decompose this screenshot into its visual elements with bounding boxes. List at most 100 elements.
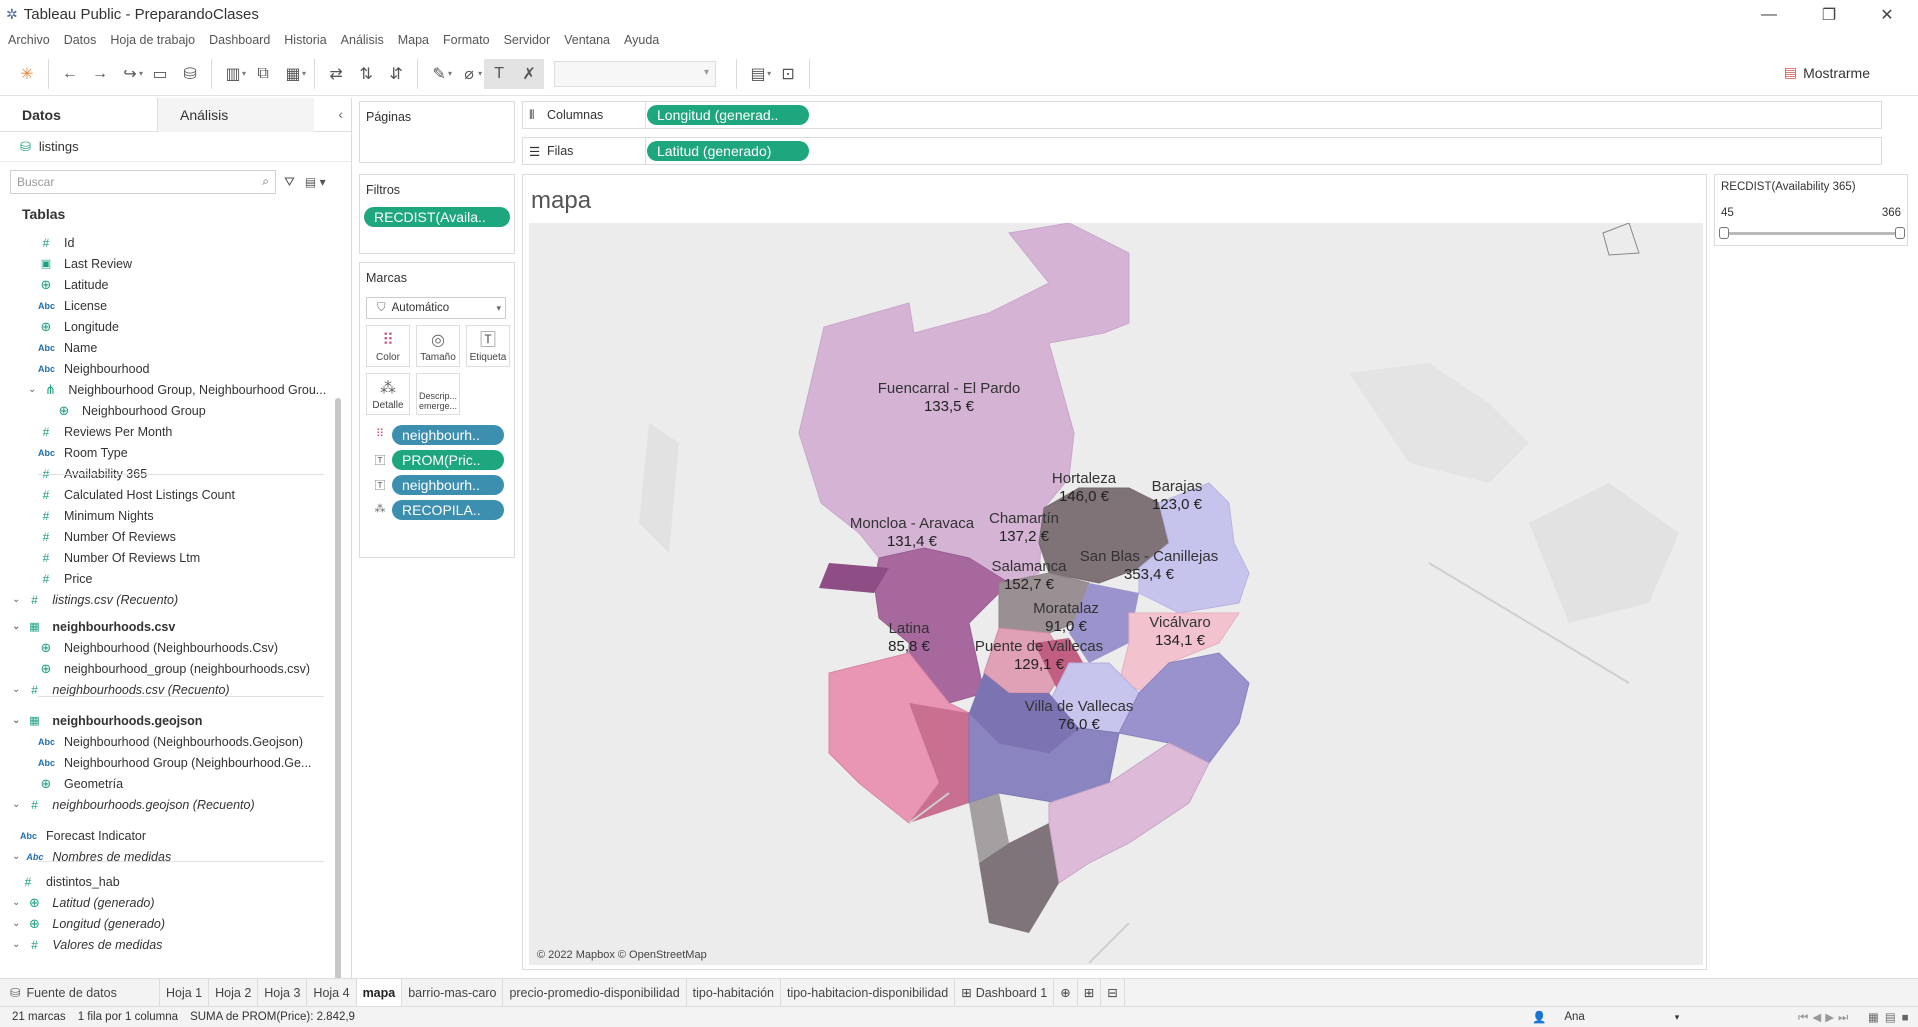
minimize-button[interactable]: — [1740,0,1798,29]
marks-pill-detail[interactable]: RECOPILA.. [392,500,504,520]
label-button[interactable]: 🅃 Etiqueta [466,325,510,367]
save-icon[interactable]: ▭ [145,59,175,89]
menu-ventana[interactable]: Ventana [564,33,610,47]
nav-buttons-icon[interactable]: ⏮◀▶⏭ [1798,1010,1852,1025]
field-item[interactable]: ⌄ ⋔ Neighbourhood Group, Neighbourhood Gro… [28,379,326,400]
user-menu[interactable]: 👤 Ana ▾ [1520,1010,1679,1024]
range-slider-min-handle[interactable] [1719,227,1729,239]
menu-mapa[interactable]: Mapa [398,33,429,47]
menu-servidor[interactable]: Servidor [504,33,551,47]
tab-tipo-habitacion-disponibilidad[interactable]: tipo-habitacion-disponibilidad [781,978,956,1007]
field-item[interactable]: ⊕ Geometría [0,773,124,794]
tab-dashboard-1[interactable]: ⊞ Dashboard 1 [955,978,1055,1007]
mark-type-dropdown[interactable]: ⛉ Automático ▾ [366,297,506,319]
fix-axes-icon[interactable]: ✗ [514,58,545,89]
view-options-icon[interactable]: ▤ ▾ [305,175,326,189]
filters-shelf[interactable]: Filtros RECDIST(Availa.. [359,174,515,254]
tab-hoja-1[interactable]: Hoja 1 [160,978,210,1007]
tooltip-button[interactable]: Descrip... emerge... [416,373,460,415]
field-item[interactable]: Abc Forecast Indicator [0,825,146,846]
new-worksheet-icon[interactable]: ⊕ [1054,978,1078,1007]
map-canvas[interactable]: Fuencarral - El Pardo 133,5 € Hortaleza … [529,223,1703,965]
rows-pill-latitude[interactable]: Latitud (generado) [647,141,809,161]
field-item[interactable]: Abc Neighbourhood Group (Neighbourhood.Ge… [0,752,311,773]
tab-hoja-2[interactable]: Hoja 2 [209,978,259,1007]
expand-chevron-icon[interactable]: ⌄ [28,384,36,395]
field-item[interactable]: # Calculated Host Listings Count [0,484,235,505]
field-item[interactable]: # Minimum Nights [0,505,154,526]
tab-datos[interactable]: Datos [0,98,157,132]
menu-datos[interactable]: Datos [64,33,97,47]
field-item[interactable]: ⊕ Latitude [0,274,109,295]
expand-chevron-icon[interactable]: ⌄ [12,621,20,632]
swap-icon[interactable]: ⇄ [321,59,351,89]
table-node[interactable]: ⌄ ▦ neighbourhoods.geojson [12,710,202,731]
expand-chevron-icon[interactable]: ⌄ [12,715,20,726]
field-item[interactable]: # Number Of Reviews Ltm [0,547,201,568]
field-item[interactable]: ⊕ neighbourhood_group (neighbourhoods.csv… [0,658,310,679]
field-item[interactable]: Abc Neighbourhood (Neighbourhoods.Geojson… [0,731,303,752]
size-button[interactable]: ◎ Tamaño [416,325,460,367]
field-item[interactable]: Abc Neighbourhood [0,358,150,379]
menu-historia[interactable]: Historia [284,33,326,47]
pages-shelf[interactable]: Páginas [359,101,515,163]
table-node[interactable]: ⌄ ▦ neighbourhoods.csv [12,616,175,637]
field-item[interactable]: Abc Room Type [0,442,128,463]
tab-precio-promedio-disponibilidad[interactable]: precio-promedio-disponibilidad [503,978,687,1007]
field-item[interactable]: # Price [0,568,93,589]
expand-chevron-icon[interactable]: ⌄ [12,851,20,862]
tab-hoja-4[interactable]: Hoja 4 [307,978,357,1007]
menu-analisis[interactable]: Análisis [341,33,384,47]
expand-chevron-icon[interactable]: ⌄ [12,897,20,908]
tab-barrio-mas-caro[interactable]: barrio-mas-caro [402,978,504,1007]
field-item[interactable]: Abc License [0,295,107,316]
menu-formato[interactable]: Formato [443,33,490,47]
field-item[interactable]: # Number Of Reviews [0,526,176,547]
search-input[interactable]: Buscar ⌕ [10,170,276,194]
sort-desc-icon[interactable]: ⇵ [381,59,411,89]
show-labels-icon[interactable]: T [484,58,515,89]
undo-icon[interactable]: ← [55,59,85,89]
columns-shelf[interactable]: ⦀ Columnas Longitud (generad.. [522,101,1882,129]
marks-pill-color[interactable]: neighbourh.. [392,425,504,445]
redo-icon[interactable]: → [85,59,115,89]
view-mode-icon[interactable]: ▦▤■ [1868,1010,1915,1024]
field-item[interactable]: # Reviews Per Month [0,421,173,442]
rows-shelf[interactable]: ☰ Filas Latitud (generado) [522,137,1882,165]
data-source-row[interactable]: ⛁ listings [0,132,351,162]
color-button[interactable]: ⠿ Color [366,325,410,367]
tab-mapa[interactable]: mapa [356,978,403,1007]
close-button[interactable]: ✕ [1858,0,1916,29]
field-list-scrollbar[interactable] [335,398,341,1027]
tableau-home-icon[interactable]: ✳ [12,59,42,89]
new-story-icon[interactable]: ⊟ [1101,978,1125,1007]
table-node[interactable]: ⌄ # neighbourhoods.geojson (Recuento) [12,794,255,815]
field-item[interactable]: ▣ Last Review [0,253,132,274]
table-node[interactable]: ⌄ ⊕ Latitud (generado) [12,892,155,913]
table-node[interactable]: ⌄ ⊕ Longitud (generado) [12,913,165,934]
field-item[interactable]: ⊕ Neighbourhood Group [0,400,206,421]
table-node[interactable]: ⌄ # Valores de medidas [12,934,162,955]
show-me-button[interactable]: ▤ Mostrarme [1784,64,1870,81]
range-slider-track[interactable] [1725,232,1899,235]
expand-chevron-icon[interactable]: ⌄ [12,918,20,929]
menu-hoja-de-trabajo[interactable]: Hoja de trabajo [110,33,195,47]
duplicate-sheet-icon[interactable]: ⧉ [248,59,278,89]
table-node[interactable]: ⌄ Abc Nombres de medidas [12,846,171,867]
expand-chevron-icon[interactable]: ⌄ [12,939,20,950]
marks-pill-label-price[interactable]: PROM(Pric.. [392,450,504,470]
field-item[interactable]: ⊕ Neighbourhood (Neighbourhoods.Csv) [0,637,278,658]
field-item[interactable]: ⊕ Longitude [0,316,119,337]
new-datasource-icon[interactable]: ⛁ [175,59,205,89]
tab-data-source[interactable]: ⛁ Fuente de datos [0,978,160,1007]
restore-button[interactable]: ❐ [1800,0,1858,29]
collapse-pane-icon[interactable]: ‹ [338,106,343,122]
tab-hoja-3[interactable]: Hoja 3 [258,978,308,1007]
range-slider-max-handle[interactable] [1895,227,1905,239]
field-item[interactable]: Abc Name [0,337,97,358]
menu-ayuda[interactable]: Ayuda [624,33,659,47]
fit-dropdown[interactable] [554,60,717,87]
menu-dashboard[interactable]: Dashboard [209,33,270,47]
filter-pill-availability[interactable]: RECDIST(Availa.. [364,207,510,227]
tab-tipo-habitacion[interactable]: tipo-habitación [687,978,781,1007]
